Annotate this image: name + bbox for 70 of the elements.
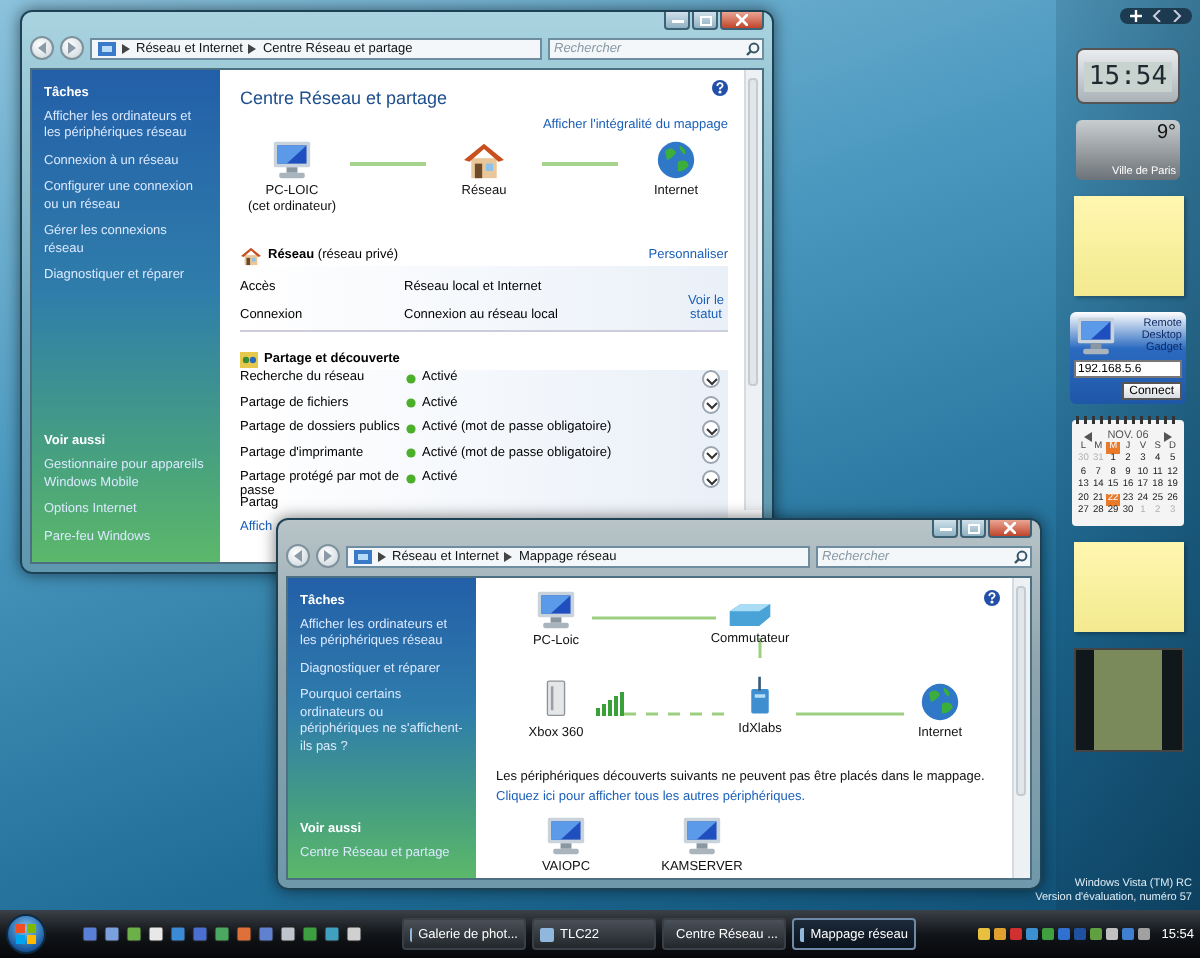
status-icon — [406, 373, 416, 384]
forward-button[interactable] — [60, 36, 84, 60]
wireless-signal-icon — [596, 692, 626, 716]
binding-rings-drawing — [1076, 416, 1180, 424]
status-icon — [406, 448, 416, 459]
back-arrow-icon — [292, 550, 304, 562]
previous-icon[interactable] — [1152, 10, 1162, 22]
computer-icon — [534, 590, 578, 630]
back-button[interactable] — [286, 544, 310, 568]
back-arrow-icon — [36, 42, 48, 54]
expand-button[interactable] — [702, 395, 720, 414]
expand-button[interactable] — [702, 470, 720, 489]
expand-button[interactable] — [702, 445, 720, 464]
minimize-button[interactable] — [664, 12, 690, 30]
network-folder-icon — [98, 40, 116, 56]
maximize-icon — [699, 15, 711, 25]
next-month-button[interactable] — [1164, 431, 1172, 441]
search-icon — [1014, 549, 1028, 563]
temperature: 9° — [1156, 122, 1176, 144]
game-console-icon — [544, 678, 568, 722]
add-icon[interactable] — [1130, 10, 1142, 22]
expand-button[interactable] — [702, 420, 720, 439]
minimize-button[interactable] — [932, 520, 958, 538]
window-icon — [540, 927, 554, 941]
forward-button[interactable] — [316, 544, 340, 568]
minimize-icon — [671, 16, 683, 24]
window-icon — [800, 927, 805, 941]
sharing-icon — [240, 350, 258, 369]
clock-time: 15:54 — [1084, 61, 1172, 91]
minimize-icon — [939, 524, 951, 532]
maximize-button[interactable] — [692, 12, 718, 30]
chevron-icon — [122, 43, 130, 53]
computer-icon — [680, 816, 724, 856]
status-icon — [406, 398, 416, 409]
search-icon — [746, 41, 760, 55]
chevron-icon — [504, 551, 513, 561]
computer-icon — [544, 816, 588, 856]
globe-icon — [920, 682, 960, 722]
close-icon — [1004, 522, 1016, 534]
photo-placeholder — [1094, 649, 1162, 750]
help-icon[interactable] — [712, 80, 728, 96]
expand-button[interactable] — [702, 370, 720, 389]
scrollbar[interactable] — [1012, 578, 1030, 878]
computer-icon — [1074, 316, 1118, 356]
back-button[interactable] — [30, 36, 54, 60]
router-icon — [746, 674, 774, 718]
scrollbar[interactable] — [744, 70, 762, 510]
network-folder-icon — [354, 548, 372, 564]
close-button[interactable] — [720, 12, 764, 30]
chevron-icon — [378, 551, 386, 561]
close-button[interactable] — [988, 520, 1032, 538]
next-icon[interactable] — [1172, 10, 1182, 22]
house-icon — [240, 245, 262, 265]
switch-icon — [726, 602, 774, 628]
status-icon — [406, 473, 416, 484]
forward-arrow-icon — [66, 42, 78, 54]
windows-logo-icon — [16, 924, 36, 944]
maximize-icon — [967, 523, 979, 533]
page-title: Centre Réseau et partage — [240, 88, 448, 108]
status-icon — [406, 423, 416, 434]
forward-arrow-icon — [322, 550, 334, 562]
start-button[interactable] — [6, 914, 46, 954]
house-icon — [462, 140, 506, 180]
chevron-icon — [248, 43, 257, 53]
help-icon[interactable] — [984, 590, 1000, 606]
close-icon — [736, 14, 748, 26]
previous-month-button[interactable] — [1084, 431, 1092, 441]
computer-icon — [270, 140, 314, 180]
globe-icon — [656, 140, 696, 180]
maximize-button[interactable] — [960, 520, 986, 538]
